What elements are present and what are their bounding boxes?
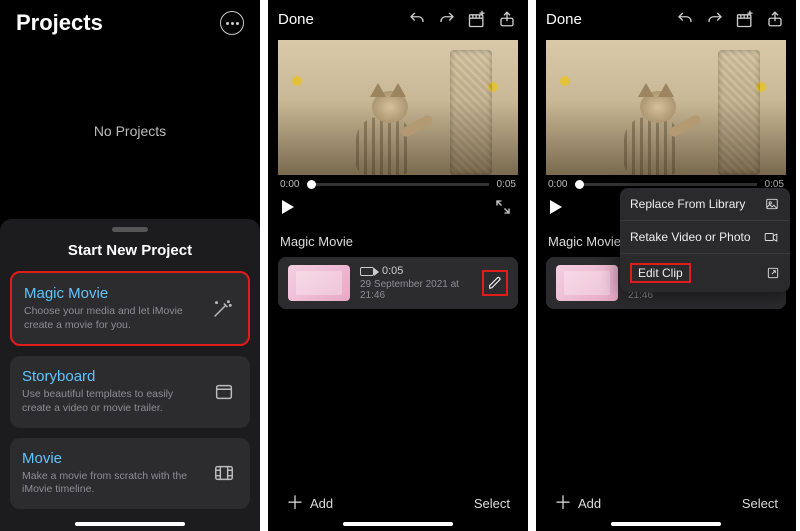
- clip-duration: 0:05: [382, 265, 403, 277]
- card-magic-movie-desc: Choose your media and let iMovie create …: [24, 305, 198, 332]
- start-new-project-sheet: Start New Project Magic Movie Choose you…: [0, 219, 260, 531]
- camera-icon: [762, 230, 780, 244]
- video-preview[interactable]: [546, 40, 786, 175]
- editor-header: Done: [536, 0, 796, 38]
- film-icon: [210, 459, 238, 487]
- add-button[interactable]: ＋ Add: [286, 496, 333, 511]
- card-storyboard-desc: Use beautiful templates to easily create…: [22, 388, 200, 415]
- phone-editor: Done: [268, 0, 528, 531]
- menu-edit-clip[interactable]: Edit Clip: [620, 254, 790, 292]
- add-label: Add: [578, 496, 601, 511]
- select-button[interactable]: Select: [474, 496, 510, 511]
- menu-label: Edit Clip: [630, 263, 691, 283]
- home-indicator[interactable]: [611, 522, 721, 526]
- scrub-handle[interactable]: [307, 180, 316, 189]
- plus-icon: ＋: [554, 496, 572, 510]
- play-icon[interactable]: [282, 200, 294, 214]
- menu-replace-from-library[interactable]: Replace From Library: [620, 188, 790, 221]
- select-button[interactable]: Select: [742, 496, 778, 511]
- decoration: [560, 76, 570, 86]
- scrub-handle[interactable]: [575, 180, 584, 189]
- open-icon: [766, 266, 780, 280]
- clip-date: 29 September 2021 at 21:46: [360, 279, 472, 301]
- clip-context-menu: Replace From Library Retake Video or Pho…: [620, 188, 790, 292]
- done-button[interactable]: Done: [546, 11, 582, 28]
- decoration: [606, 85, 696, 175]
- decoration: [292, 76, 302, 86]
- section-title: Magic Movie: [268, 226, 528, 257]
- undo-icon[interactable]: [674, 8, 696, 30]
- scrub-track[interactable]: [307, 183, 488, 186]
- photo-icon: [764, 197, 780, 211]
- editor-header: Done: [268, 0, 528, 38]
- menu-label: Replace From Library: [630, 197, 745, 211]
- home-indicator[interactable]: [343, 522, 453, 526]
- home-indicator[interactable]: [75, 522, 185, 526]
- edit-clip-button[interactable]: [482, 270, 508, 296]
- card-magic-movie[interactable]: Magic Movie Choose your media and let iM…: [10, 271, 250, 346]
- undo-icon[interactable]: [406, 8, 428, 30]
- wand-icon: [208, 295, 236, 323]
- projects-title: Projects: [16, 10, 103, 36]
- storyboard-icon: [210, 378, 238, 406]
- sheet-title: Start New Project: [10, 242, 250, 259]
- card-storyboard[interactable]: Storyboard Use beautiful templates to ea…: [10, 356, 250, 427]
- time-start: 0:00: [548, 179, 567, 190]
- time-start: 0:00: [280, 179, 299, 190]
- phone-editor-menu: Done: [536, 0, 796, 531]
- sheet-grabber[interactable]: [112, 227, 148, 232]
- fullscreen-icon[interactable]: [492, 196, 514, 218]
- redo-icon[interactable]: [436, 8, 458, 30]
- add-label: Add: [310, 496, 333, 511]
- scrubber[interactable]: 0:00 0:05: [268, 175, 528, 190]
- decoration: [338, 85, 428, 175]
- redo-icon[interactable]: [704, 8, 726, 30]
- done-button[interactable]: Done: [278, 11, 314, 28]
- clip-row[interactable]: 0:05 29 September 2021 at 21:46: [278, 257, 518, 309]
- menu-label: Retake Video or Photo: [630, 230, 751, 244]
- share-icon[interactable]: [496, 8, 518, 30]
- video-icon: [360, 267, 374, 276]
- projects-header: Projects: [0, 0, 260, 42]
- video-preview[interactable]: [278, 40, 518, 175]
- clip-thumbnail: [556, 265, 618, 301]
- time-end: 0:05: [497, 179, 516, 190]
- decoration: [450, 50, 492, 175]
- add-button[interactable]: ＋ Add: [554, 496, 601, 511]
- card-movie[interactable]: Movie Make a movie from scratch with the…: [10, 438, 250, 509]
- share-icon[interactable]: [764, 8, 786, 30]
- media-add-icon[interactable]: [466, 8, 488, 30]
- phone-projects: Projects No Projects Start New Project M…: [0, 0, 260, 531]
- scrub-track[interactable]: [575, 183, 756, 186]
- no-projects-label: No Projects: [0, 42, 260, 219]
- card-movie-title: Movie: [22, 450, 200, 467]
- card-magic-movie-title: Magic Movie: [24, 285, 198, 302]
- media-add-icon[interactable]: [734, 8, 756, 30]
- plus-icon: ＋: [286, 496, 304, 510]
- card-storyboard-title: Storyboard: [22, 368, 200, 385]
- play-icon[interactable]: [550, 200, 562, 214]
- clip-thumbnail: [288, 265, 350, 301]
- menu-retake-video-or-photo[interactable]: Retake Video or Photo: [620, 221, 790, 254]
- more-icon[interactable]: [220, 11, 244, 35]
- decoration: [718, 50, 760, 175]
- card-movie-desc: Make a movie from scratch with the iMovi…: [22, 470, 200, 497]
